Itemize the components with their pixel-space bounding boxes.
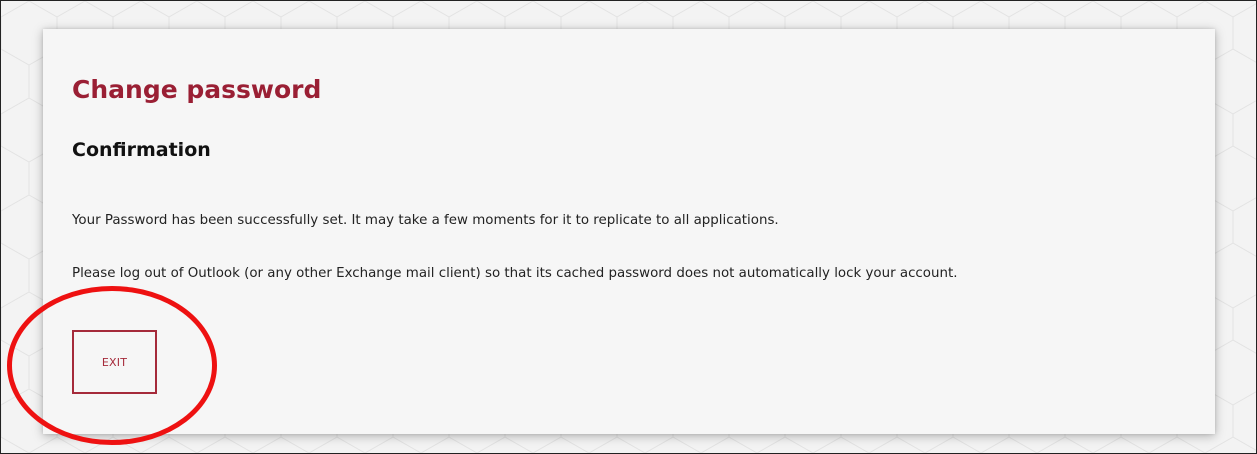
- page-frame: Change password Confirmation Your Passwo…: [0, 0, 1257, 454]
- exit-button[interactable]: EXIT: [72, 330, 157, 394]
- success-message: Your Password has been successfully set.…: [72, 213, 779, 228]
- page-title: Change password: [72, 75, 322, 104]
- confirmation-card: Change password Confirmation Your Passwo…: [43, 29, 1215, 434]
- outlook-logout-notice: Please log out of Outlook (or any other …: [72, 266, 958, 281]
- confirmation-heading: Confirmation: [72, 139, 211, 161]
